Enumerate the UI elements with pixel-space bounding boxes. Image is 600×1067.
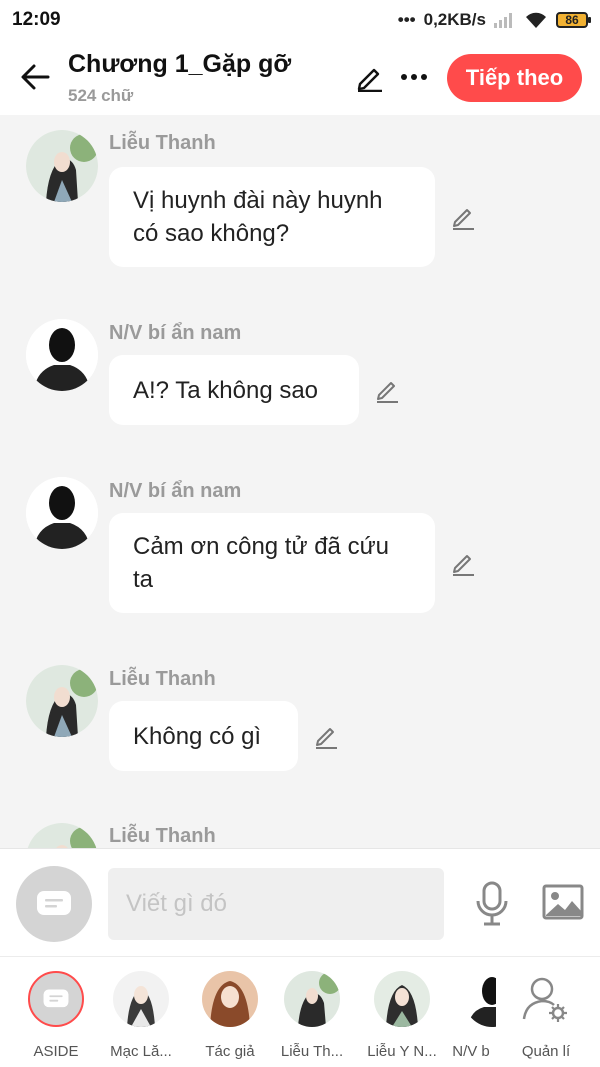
composer-bar xyxy=(0,848,600,956)
character-lieu-y[interactable]: Liễu Y N... xyxy=(362,971,442,1060)
character-label: N/V b xyxy=(452,1043,490,1060)
character-avatar xyxy=(284,971,340,1027)
chapter-title: Chương 1_Gặp gỡ xyxy=(68,50,292,78)
character-label: ASIDE xyxy=(33,1043,79,1060)
edit-pen-icon[interactable] xyxy=(354,62,384,92)
avatar-mystery-man[interactable] xyxy=(26,477,98,549)
character-label: Quản lí xyxy=(521,1043,571,1060)
avatar-lieu-thanh[interactable] xyxy=(26,130,98,202)
chat-bubble-icon xyxy=(43,989,69,1008)
network-dots-icon: ••• xyxy=(397,10,416,29)
character-label: Tác giả xyxy=(205,1043,255,1060)
message-bubble[interactable]: Vị huynh đài này huynh có sao không? xyxy=(109,167,435,267)
sender-name: Liễu Thanh xyxy=(109,668,216,690)
status-bar: 12:09 ••• 0,2KB/s 86 xyxy=(0,0,600,40)
back-arrow-icon[interactable] xyxy=(18,60,52,94)
sender-name: N/V bí ẩn nam xyxy=(109,480,242,502)
character-label: Liễu Th... xyxy=(280,1043,344,1060)
avatar-lieu-thanh[interactable] xyxy=(26,823,98,848)
wifi-icon xyxy=(526,12,546,28)
next-button[interactable]: Tiếp theo xyxy=(447,54,582,102)
character-avatar xyxy=(202,971,258,1027)
battery-indicator: 86 xyxy=(556,12,591,28)
sender-name: N/V bí ẩn nam xyxy=(109,322,242,344)
character-label: Mạc Lă... xyxy=(110,1043,172,1060)
character-bar: ASIDE Mạc Lă... Tác giả Liễu Th... Liễu … xyxy=(0,956,600,1067)
chapter-header: Chương 1_Gặp gỡ 524 chữ Tiếp theo xyxy=(0,40,600,115)
network-speed: 0,2KB/s xyxy=(423,10,486,29)
edit-message-icon[interactable] xyxy=(450,204,476,230)
avatar-mystery-man[interactable] xyxy=(26,319,98,391)
aside-avatar xyxy=(28,971,84,1027)
character-avatar xyxy=(374,971,430,1027)
message-bubble[interactable]: A!? Ta không sao xyxy=(109,355,359,425)
character-nv-bi-an[interactable]: N/V b xyxy=(446,971,496,1060)
chat-bubble-icon xyxy=(37,891,71,915)
edit-message-icon[interactable] xyxy=(374,377,400,403)
character-aside[interactable]: ASIDE xyxy=(16,971,96,1060)
sender-name: Liễu Thanh xyxy=(109,825,216,847)
microphone-icon[interactable] xyxy=(474,881,510,927)
image-upload-icon[interactable] xyxy=(542,883,584,921)
status-time: 12:09 xyxy=(12,9,61,30)
message-input[interactable] xyxy=(108,868,444,940)
user-settings-icon xyxy=(522,977,567,1022)
message-feed[interactable]: Liễu Thanh Vị huynh đài này huynh có sao… xyxy=(0,115,600,848)
character-mac-la[interactable]: Mạc Lă... xyxy=(101,971,181,1060)
word-count: 524 chữ xyxy=(68,86,134,105)
status-right: ••• 0,2KB/s 86 xyxy=(397,10,591,30)
signal-icon xyxy=(494,13,512,28)
avatar-lieu-thanh[interactable] xyxy=(26,665,98,737)
edit-message-icon[interactable] xyxy=(313,723,339,749)
more-options-icon[interactable] xyxy=(400,62,428,92)
edit-message-icon[interactable] xyxy=(450,550,476,576)
character-avatar xyxy=(113,971,169,1027)
message-bubble[interactable]: Không có gì xyxy=(109,701,298,771)
aside-toggle-button[interactable] xyxy=(16,866,92,942)
message-bubble[interactable]: Cảm ơn công tử đã cứu ta xyxy=(109,513,435,613)
character-lieu-thanh[interactable]: Liễu Th... xyxy=(272,971,352,1060)
manage-characters-button[interactable]: Quản lí xyxy=(506,971,586,1060)
character-tac-gia[interactable]: Tác giả xyxy=(190,971,270,1060)
character-label: Liễu Y N... xyxy=(367,1043,437,1060)
sender-name: Liễu Thanh xyxy=(109,132,216,154)
character-avatar xyxy=(464,971,496,1027)
